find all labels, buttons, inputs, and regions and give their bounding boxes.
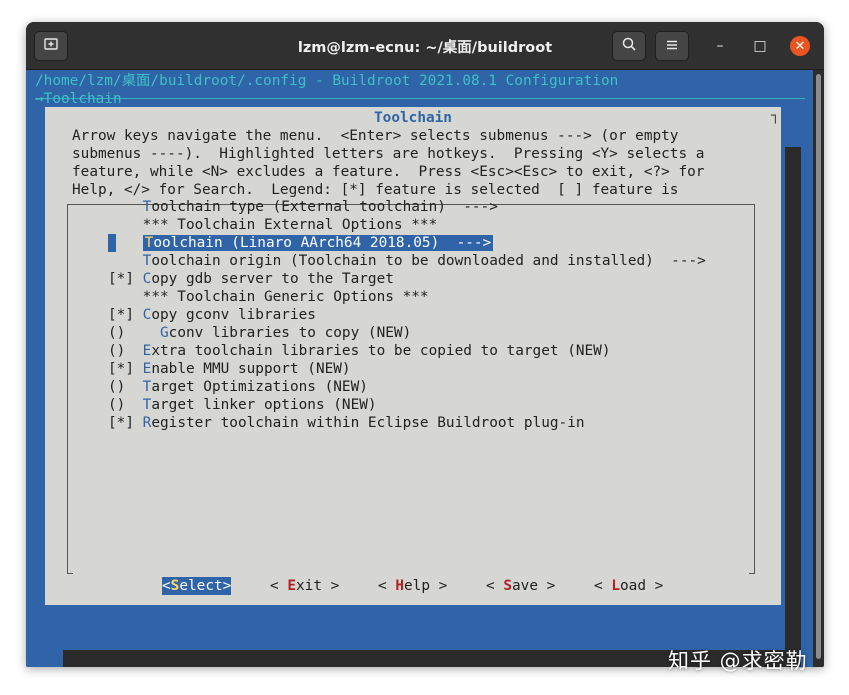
help-button[interactable]: < Help > [378,577,447,595]
save-button[interactable]: < Save > [486,577,555,595]
config-path-header: /home/lzm/桌面/buildroot/.config - Buildro… [35,73,619,89]
dialog-corner: ┐ [771,108,780,124]
menu-box-corner-right [749,573,755,574]
search-icon [621,36,637,56]
terminal-content[interactable]: /home/lzm/桌面/buildroot/.config - Buildro… [26,70,813,667]
menu-item-target-linker-options[interactable]: () Target linker options (NEW) [108,396,377,414]
dialog-shadow-right [785,147,801,663]
menu-item-toolchain-type[interactable]: Toolchain type (External toolchain) ---> [108,198,498,216]
menu-box-corner-left [67,573,73,574]
search-button[interactable] [612,31,646,61]
load-button[interactable]: < Load > [594,577,663,595]
menu-item-copy-gdb-server[interactable]: [*] Copy gdb server to the Target [108,270,394,288]
minimize-icon: – [716,38,724,54]
menu-item-target-optimizations[interactable]: () Target Optimizations (NEW) [108,378,368,396]
terminal-window: lzm@lzm-ecnu: ~/桌面/buildroot – □ ✕ /home… [26,22,824,667]
hamburger-menu-button[interactable] [655,31,689,61]
minimize-button[interactable]: – [710,36,730,56]
menu-item-extra-libraries[interactable]: () Extra toolchain libraries to be copie… [108,342,611,360]
menu-item-gconv-libraries[interactable]: () Gconv libraries to copy (NEW) [108,324,411,342]
help-text-line: Help, </> for Search. Legend: [*] featur… [72,182,679,198]
help-text-line: Arrow keys navigate the menu. <Enter> se… [72,128,679,144]
menu-breadcrumb: →Toolchain [35,91,122,107]
close-button[interactable]: ✕ [790,36,810,56]
menu-item-mmu-support[interactable]: [*] Enable MMU support (NEW) [108,360,351,378]
close-icon: ✕ [794,38,806,54]
window-title: lzm@lzm-ecnu: ~/桌面/buildroot [297,40,553,56]
maximize-icon: □ [753,38,767,54]
title-bar: lzm@lzm-ecnu: ~/桌面/buildroot – □ ✕ [26,22,824,70]
help-text-line: feature, while <N> excludes a feature. P… [72,164,705,180]
menu-comment-generic-options: *** Toolchain Generic Options *** [142,289,429,305]
hamburger-menu-icon [665,37,679,56]
menu-comment-external-options: *** Toolchain External Options *** [142,217,438,233]
exit-button[interactable]: < Exit > [270,577,339,595]
dialog-buttons: <Select> < Exit > < Help > < Save > < Lo… [45,577,781,595]
menu-item-toolchain-origin[interactable]: Toolchain origin (Toolchain to be downlo… [108,252,706,270]
toolchain-dialog: Toolchain ┐ Arrow keys navigate the menu… [45,107,781,605]
zhihu-watermark: 知乎 @求密勒 [668,649,808,673]
header-separator [35,98,805,99]
menu-item-toolchain-selected[interactable]: Toolchain (Linaro AArch64 2018.05) ---> [108,234,494,252]
scrollbar-thumb[interactable] [816,74,821,659]
dialog-title: Toolchain [374,110,452,126]
maximize-button[interactable]: □ [750,36,770,56]
menu-item-copy-gconv[interactable]: [*] Copy gconv libraries [108,306,316,324]
menu-item-register-eclipse[interactable]: [*] Register toolchain within Eclipse Bu… [108,414,585,432]
help-text-line: submenus ----). Highlighted letters are … [72,146,705,162]
select-button[interactable]: <Select> [162,577,232,595]
